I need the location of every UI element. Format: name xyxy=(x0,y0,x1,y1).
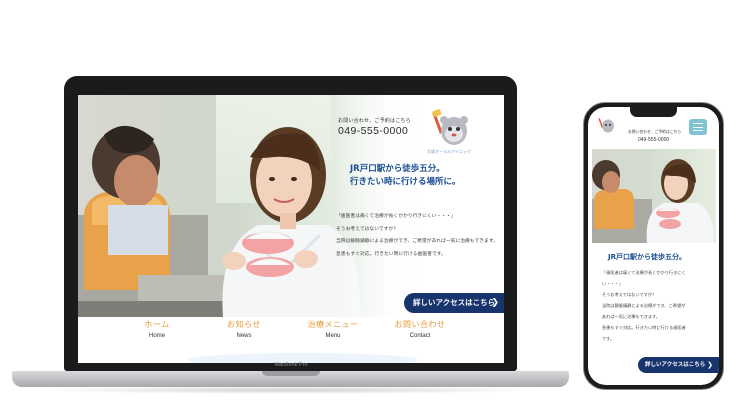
tagline-line-2: 行きたい時に行ける場所に。 xyxy=(350,177,461,187)
tooth-mascot-icon xyxy=(598,118,614,133)
nav-item-news[interactable]: お知らせ News xyxy=(199,319,289,339)
hero-description: 「歯医者は痛くて治療が長くかかり行きにくい・・・」 そうお考えではないですか？ … xyxy=(336,211,498,261)
description-line: 当院は静脈鎮静による治療ができ、ご希望があれば一気に治療もできます。 xyxy=(336,239,498,244)
mascot-caption: 大塚オーラルクリニック xyxy=(427,148,471,154)
tagline-line-1: JR戸口駅から徒歩五分。 xyxy=(350,164,445,174)
chevron-right-icon: ❯ xyxy=(707,361,713,369)
laptop-shadow xyxy=(30,386,550,394)
description-line: です。 xyxy=(602,336,615,341)
phone-access-details-button[interactable]: 詳しいアクセスはこちら ❯ xyxy=(638,357,719,373)
phone-hero-illustration xyxy=(592,159,714,243)
chevron-right-icon: ❯ xyxy=(491,298,499,308)
main-navigation: ホーム Home お知らせ News 治療メニュー Menu お問い合わせ Co… xyxy=(78,317,504,363)
description-line: そうお考えではないですか？ xyxy=(602,292,657,297)
tooth-mascot-icon: 大塚オーラルクリニック xyxy=(427,109,471,154)
description-line: 「歯医者は痛くて治療が長くかかり行きにく xyxy=(602,270,686,275)
description-line: 急患もすぐ対応。行きたい時に行ける歯医者 xyxy=(602,325,686,330)
hamburger-menu-icon[interactable] xyxy=(689,119,707,135)
nav-label-jp: ホーム xyxy=(144,320,170,329)
nav-label-en: News xyxy=(236,333,252,339)
device-label: MacBook Pro xyxy=(274,362,308,368)
access-button-label: 詳しいアクセスはこちら xyxy=(645,362,706,368)
phone-hero-image xyxy=(592,149,716,243)
nav-label-jp: 治療メニュー xyxy=(307,320,359,329)
patient-man-illustration xyxy=(92,125,168,255)
phone-number[interactable]: 049-555-0000 xyxy=(638,137,669,143)
hero-tagline: JR戸口駅から徒歩五分。 行きたい時に行ける場所に。 xyxy=(350,163,461,189)
nav-label-en: Contact xyxy=(409,333,431,339)
nav-item-contact[interactable]: お問い合わせ Contact xyxy=(375,319,465,339)
description-line: 当院は静脈鎮静による治療ができ、ご希望が xyxy=(602,303,686,308)
nav-item-menu[interactable]: 治療メニュー Menu xyxy=(288,319,378,339)
access-details-button[interactable]: 詳しいアクセスはこちら ❯ xyxy=(404,293,504,313)
nav-label-en: Home xyxy=(148,333,165,339)
description-line: い・・・」 xyxy=(602,281,623,286)
description-line: そうお考えではないですか？ xyxy=(336,226,399,232)
phone-hero-tagline: JR戸口駅から徒歩五分。 xyxy=(608,253,686,261)
contact-label: お問い合わせ、ご予約はこちら xyxy=(338,118,411,124)
phone-notch xyxy=(630,107,677,117)
description-line: あれば一気に治療もできます。 xyxy=(602,314,661,319)
nav-label-jp: お知らせ xyxy=(227,320,261,329)
nav-label-en: Menu xyxy=(325,333,341,339)
phone-description: 「歯医者は痛くて治療が長くかかり行きにく い・・・」 そうお考えではないですか？… xyxy=(602,267,686,344)
laptop-hinge-notch xyxy=(262,371,320,376)
laptop-screen: お問い合わせ、ご予約はこちら 049-555-0000 大塚オーラルクリニック … xyxy=(78,95,504,363)
access-button-label: 詳しいアクセスはこちら xyxy=(413,298,496,307)
nav-item-home[interactable]: ホーム Home xyxy=(112,319,202,339)
contact-label: お問い合わせ、ご予約はこちら xyxy=(628,129,682,134)
description-line: 急患もすぐ対応。行きたい時に行ける歯医者です。 xyxy=(336,251,446,257)
nav-label-jp: お問い合わせ xyxy=(394,320,446,329)
description-line: 「歯医者は痛くて治療が長くかかり行きにくい・・・」 xyxy=(336,214,456,219)
phone-number[interactable]: 049-555-0000 xyxy=(338,125,408,137)
hero-section: お問い合わせ、ご予約はこちら 049-555-0000 大塚オーラルクリニック … xyxy=(78,95,504,317)
phone-screen: お問い合わせ、ご予約はこちら 049-555-0000 JR戸口駅から徒歩五分。… xyxy=(588,107,719,385)
